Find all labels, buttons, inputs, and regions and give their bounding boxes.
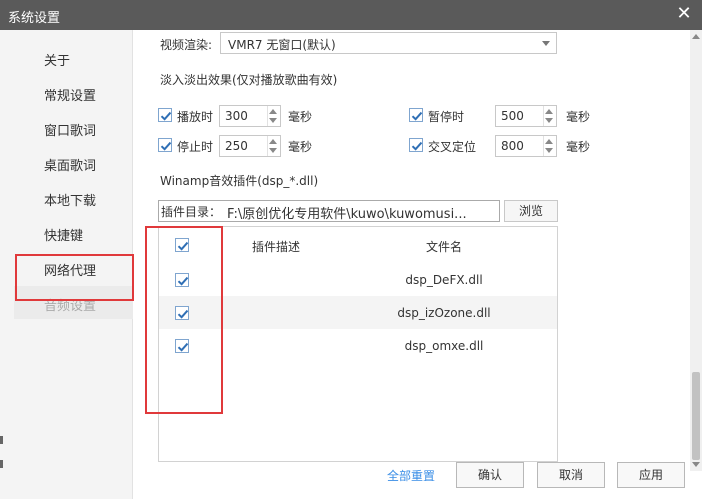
fade-pause-spinner[interactable]: 500 xyxy=(495,105,557,127)
fade-pause-value: 500 xyxy=(501,109,524,123)
fade-play-value: 300 xyxy=(225,109,248,123)
fade-seek-value: 800 xyxy=(501,139,524,153)
sidebar-item-general[interactable]: 常规设置 xyxy=(44,85,96,104)
plugin-file-name: dsp_omxe.dll xyxy=(404,339,484,353)
fade-seek-label: 交叉定位 xyxy=(428,140,477,154)
fade-stop-checkbox[interactable] xyxy=(158,138,172,152)
highlight-box-audio xyxy=(15,254,134,301)
plugin-dir-field[interactable]: 插件目录： F:\原创优化专用软件\kuwo\kuwomusi... xyxy=(158,200,500,222)
sidebar-item-about[interactable]: 关于 xyxy=(44,50,70,69)
window-title: 系统设置 xyxy=(8,11,61,26)
fade-seek-unit: 毫秒 xyxy=(566,140,591,154)
scroll-up-icon[interactable] xyxy=(692,34,700,39)
sidebar-item-window-lyrics[interactable]: 窗口歌词 xyxy=(44,120,96,139)
sidebar-item-hotkeys[interactable]: 快捷键 xyxy=(44,225,83,244)
video-render-value: VMR7 无窗口(默认) xyxy=(228,38,336,52)
scroll-thumb[interactable] xyxy=(692,372,700,460)
chevron-down-icon xyxy=(542,41,550,46)
plugin-dir-value: F:\原创优化专用软件\kuwo\kuwomusi... xyxy=(227,207,467,222)
fade-seek-spinner[interactable]: 800 xyxy=(495,135,557,157)
check-icon xyxy=(411,111,423,121)
fade-play-checkbox[interactable] xyxy=(158,108,172,122)
fade-stop-unit: 毫秒 xyxy=(288,140,313,154)
sidebar-item-desktop-lyrics[interactable]: 桌面歌词 xyxy=(44,155,96,174)
spin-down-icon[interactable] xyxy=(545,118,553,123)
spin-up-icon[interactable] xyxy=(269,109,277,114)
spin-down-icon[interactable] xyxy=(269,148,277,153)
plugin-file-name: dsp_izOzone.dll xyxy=(397,306,491,320)
spin-down-icon[interactable] xyxy=(269,118,277,123)
spin-up-icon[interactable] xyxy=(545,109,553,114)
plugin-dir-label: 插件目录： xyxy=(161,205,222,219)
fade-play-label: 播放时 xyxy=(177,110,214,124)
fade-pause-checkbox[interactable] xyxy=(409,108,423,122)
video-render-select[interactable]: VMR7 无窗口(默认) xyxy=(220,32,557,54)
fade-play-spinner[interactable]: 300 xyxy=(219,105,281,127)
check-icon xyxy=(411,141,423,151)
fade-stop-label: 停止时 xyxy=(177,140,214,154)
highlight-box-checkboxes xyxy=(145,226,223,414)
cancel-button[interactable]: 取消 xyxy=(537,462,605,488)
fade-seek-checkbox[interactable] xyxy=(409,138,423,152)
scroll-down-icon[interactable] xyxy=(692,462,700,467)
fade-pause-label: 暂停时 xyxy=(428,110,465,124)
column-header-desc[interactable]: 插件描述 xyxy=(252,238,300,255)
fade-stop-value: 250 xyxy=(225,139,248,153)
edge-mark xyxy=(0,460,3,468)
apply-button[interactable]: 应用 xyxy=(617,462,685,488)
spin-up-icon[interactable] xyxy=(545,139,553,144)
browse-button[interactable]: 浏览 xyxy=(504,200,558,222)
reset-all-link[interactable]: 全部重置 xyxy=(387,467,435,484)
plugin-file-name: dsp_DeFX.dll xyxy=(405,273,483,287)
vertical-scrollbar[interactable] xyxy=(690,30,702,471)
winamp-heading: Winamp音效插件(dsp_*.dll) xyxy=(160,174,319,188)
sidebar-item-local-download[interactable]: 本地下载 xyxy=(44,190,96,209)
edge-mark xyxy=(0,436,3,444)
video-render-label: 视频渲染: xyxy=(160,38,213,52)
spin-up-icon[interactable] xyxy=(269,139,277,144)
title-bar: 系统设置 ✕ xyxy=(0,0,702,30)
ok-button[interactable]: 确认 xyxy=(456,462,524,488)
column-header-file[interactable]: 文件名 xyxy=(426,238,462,255)
close-icon[interactable]: ✕ xyxy=(674,4,694,24)
check-icon xyxy=(160,111,172,121)
fade-pause-unit: 毫秒 xyxy=(566,110,591,124)
fade-play-unit: 毫秒 xyxy=(288,110,313,124)
check-icon xyxy=(160,141,172,151)
spin-down-icon[interactable] xyxy=(545,148,553,153)
fade-heading: 淡入淡出效果(仅对播放歌曲有效) xyxy=(160,73,338,87)
fade-stop-spinner[interactable]: 250 xyxy=(219,135,281,157)
